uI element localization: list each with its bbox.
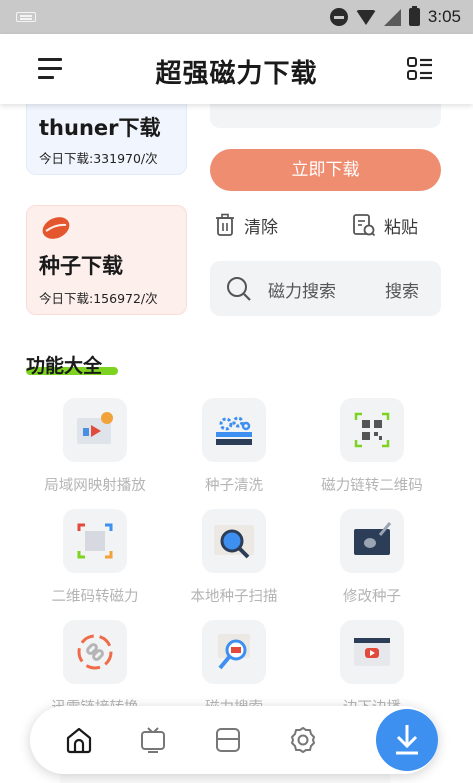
status-icons: 3:05	[329, 6, 461, 28]
seed-card-stat: 今日下载:156972/次	[39, 291, 158, 306]
feature-lan-cast[interactable]: 局域网映射播放	[25, 398, 165, 495]
bottom-navigation	[30, 706, 438, 774]
magnifier-seed-icon	[202, 509, 266, 573]
paste-icon	[353, 214, 376, 237]
paste-button[interactable]: 粘贴	[352, 210, 418, 240]
feature-label: 二维码转磁力	[51, 589, 139, 605]
do-not-disturb-icon	[329, 8, 348, 26]
list-view-icon[interactable]	[407, 57, 433, 81]
keyboard-icon	[16, 12, 36, 22]
job-search-icon	[202, 620, 266, 684]
feature-local-seed-scan[interactable]: 本地种子扫描	[164, 509, 304, 606]
feature-qr-to-magnet[interactable]: 二维码转磁力	[25, 509, 165, 606]
battery-icon	[408, 6, 420, 26]
features-section-title: 功能大全	[26, 355, 103, 377]
feature-label: 局域网映射播放	[44, 478, 146, 494]
wifi-icon	[355, 9, 376, 25]
feature-label: 修改种子	[343, 589, 401, 605]
seed-card-title: 种子下载	[39, 254, 123, 278]
folder-icon[interactable]	[213, 725, 243, 755]
download-fab[interactable]	[376, 709, 438, 771]
seed-icon	[42, 217, 70, 239]
status-time: 3:05	[427, 7, 461, 26]
edit-seed-icon	[340, 509, 404, 573]
play-video-icon	[340, 620, 404, 684]
paste-label: 粘贴	[384, 217, 418, 238]
search-input[interactable]: 磁力搜索	[268, 277, 336, 302]
cell-signal-icon	[383, 8, 401, 26]
search-button[interactable]: 搜索	[385, 277, 419, 302]
clear-label: 清除	[244, 217, 278, 238]
thunder-card-title: thuner下载	[39, 116, 161, 140]
page-title: 超强磁力下载	[155, 59, 318, 89]
seed-download-card[interactable]: 种子下载 今日下载:156972/次	[26, 205, 187, 315]
feature-play-while-download[interactable]: 边下边播	[302, 620, 442, 717]
feature-label: 本地种子扫描	[190, 589, 278, 605]
clear-button[interactable]: 清除	[214, 210, 278, 240]
feature-seed-clean[interactable]: 种子清洗	[164, 398, 304, 495]
feature-magnet-search[interactable]: 磁力搜索	[164, 620, 304, 717]
trash-icon	[216, 213, 234, 236]
qr-scan-icon	[63, 509, 127, 573]
app-bar: 超强磁力下载	[0, 34, 473, 104]
feature-label: 磁力链转二维码	[321, 478, 423, 494]
thunder-card-stat: 今日下载:331970/次	[39, 151, 158, 166]
link-convert-icon	[63, 620, 127, 684]
settings-icon[interactable]	[288, 725, 318, 755]
download-icon	[396, 725, 418, 755]
download-now-button[interactable]: 立即下载	[210, 149, 441, 191]
qr-code-icon	[340, 398, 404, 462]
tv-cast-icon	[63, 398, 127, 462]
thunder-download-card[interactable]: thuner下载 今日下载:331970/次	[26, 100, 187, 175]
magnet-search-box[interactable]: 磁力搜索 搜索	[210, 261, 441, 316]
magnet-link-input[interactable]	[210, 104, 441, 128]
feature-label: 种子清洗	[205, 478, 263, 494]
feature-magnet-to-qr[interactable]: 磁力链转二维码	[302, 398, 442, 495]
status-bar: 3:05	[0, 0, 473, 34]
home-icon[interactable]	[64, 725, 94, 755]
feature-thunder-link-convert[interactable]: 迅雷链接转换	[25, 620, 165, 717]
search-icon	[227, 277, 251, 301]
feature-edit-seed[interactable]: 修改种子	[302, 509, 442, 606]
gears-icon	[202, 398, 266, 462]
tv-icon[interactable]	[138, 725, 168, 755]
